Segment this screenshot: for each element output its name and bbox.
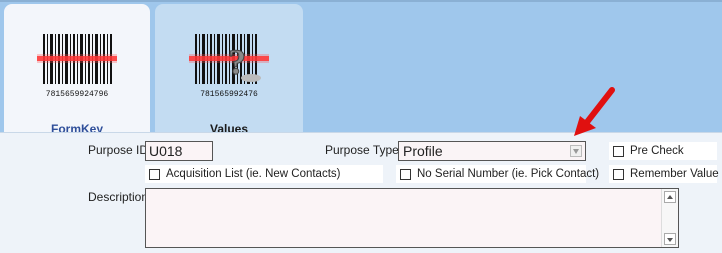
scroll-down-icon[interactable]	[664, 233, 676, 245]
description-label: Description	[88, 190, 149, 204]
tab-formkey[interactable]: 7815659924796 FormKey	[4, 4, 150, 136]
scroll-up-icon[interactable]	[664, 191, 676, 203]
annotation-arrow-icon	[574, 87, 615, 136]
remember-value-checkbox[interactable]: Remember Value	[609, 165, 719, 183]
no-serial-label: No Serial Number (ie. Pick Contact)	[417, 168, 600, 180]
remember-value-label: Remember Value	[630, 168, 719, 180]
checkbox-icon[interactable]	[149, 168, 160, 180]
barcode-icon: 7815659924796	[37, 34, 117, 99]
purpose-id-label: Purpose ID	[88, 143, 149, 157]
purpose-type-value: Profile	[403, 143, 443, 159]
barcode-question-icon: ? 781565992476	[189, 34, 269, 99]
acquisition-list-label: Acquisition List (ie. New Contacts)	[166, 168, 341, 180]
description-scrollbar[interactable]	[661, 189, 678, 247]
acquisition-list-checkbox[interactable]: Acquisition List (ie. New Contacts)	[145, 165, 383, 183]
dropdown-arrow-icon[interactable]	[570, 145, 582, 157]
checkbox-icon[interactable]	[613, 168, 624, 180]
description-textarea[interactable]	[145, 188, 679, 248]
checkbox-icon[interactable]	[613, 145, 624, 157]
pre-check-checkbox[interactable]: Pre Check	[609, 142, 717, 160]
svg-text:781565992476: 781565992476	[200, 90, 258, 99]
pre-check-label: Pre Check	[630, 145, 684, 157]
purpose-type-label: Purpose Type	[325, 143, 399, 157]
purpose-id-input[interactable]: U018	[145, 141, 213, 161]
svg-text:7815659924796: 7815659924796	[46, 90, 109, 99]
tab-values[interactable]: ? 781565992476 Values	[155, 4, 303, 136]
purpose-type-select[interactable]: Profile	[398, 141, 586, 161]
checkbox-icon[interactable]	[400, 168, 411, 180]
no-serial-checkbox[interactable]: No Serial Number (ie. Pick Contact)	[396, 165, 599, 183]
